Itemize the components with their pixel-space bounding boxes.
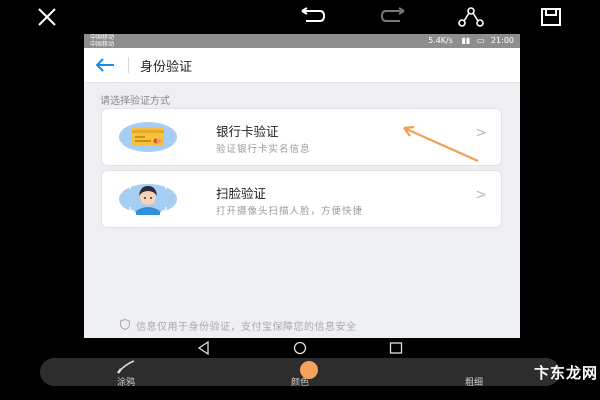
pen-icon	[117, 360, 135, 374]
color-swatch[interactable]	[300, 361, 318, 379]
thickness-tool[interactable]: 粗细	[434, 358, 514, 388]
nav-recent-icon[interactable]	[388, 341, 404, 355]
doodle-tool[interactable]: 涂鸦	[86, 358, 166, 388]
watermark-text: 卞东龙网	[533, 364, 598, 382]
android-nav-bar	[84, 338, 520, 358]
nav-home-icon[interactable]	[292, 341, 308, 355]
bottom-edge	[0, 386, 600, 400]
nav-back-icon[interactable]	[196, 341, 212, 355]
